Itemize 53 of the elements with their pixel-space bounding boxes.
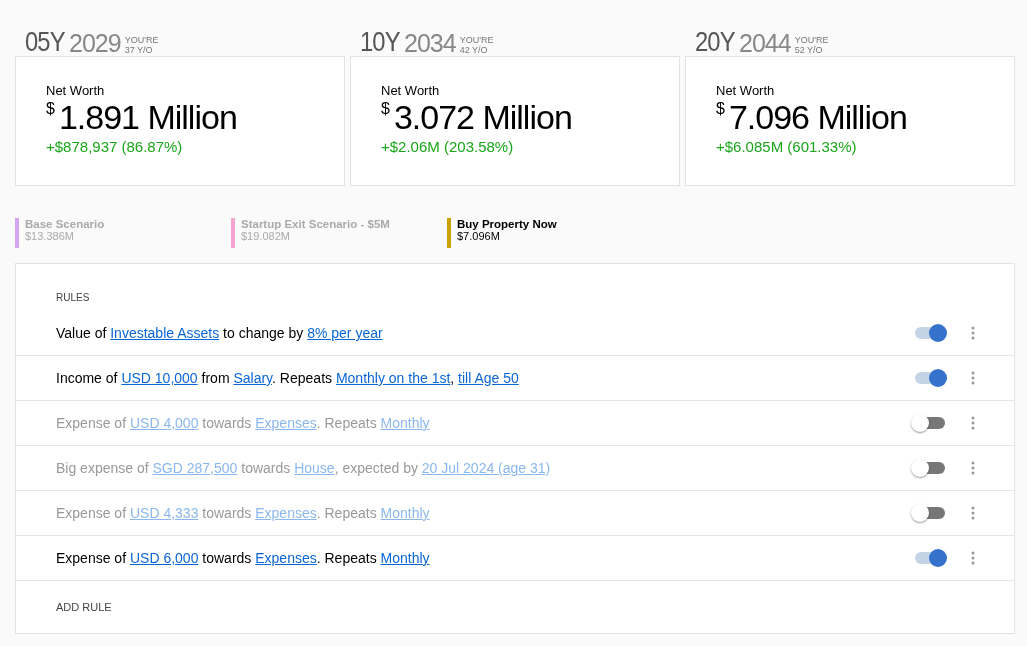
net-worth-value: 7.096 Million [728,98,907,136]
rule-link[interactable]: Salary [233,370,273,386]
card-label: Net Worth [716,83,776,98]
year-label: 2044 [739,31,791,56]
age-label: 52 Y/O [794,45,824,55]
offset-label: 10Y [360,29,400,56]
rule-link[interactable]: Expenses [255,550,317,566]
scenario-amount: $7.096M [457,230,501,242]
rule-link[interactable]: 8% per year [307,325,383,341]
net-worth-value: 1.891 Million [58,98,237,136]
rules-heading: RULES [56,292,90,303]
rule-toggle[interactable] [915,327,945,339]
offset-label: 05Y [25,29,65,56]
scenario-amount: $19.082M [241,230,291,242]
net-worth-value: 3.072 Million [393,98,572,136]
rule-link[interactable]: Investable Assets [110,325,220,341]
currency-symbol: $ [716,100,725,118]
year-label: 2029 [69,31,121,56]
more-options-icon[interactable] [971,506,975,520]
more-options-icon[interactable] [971,371,975,385]
scenario-name[interactable]: Buy Property Now [457,218,557,230]
rule-link[interactable]: USD 6,000 [129,550,199,566]
rule-link[interactable]: Monthly [380,550,430,566]
age-label: 37 Y/O [124,45,154,55]
more-options-icon[interactable] [971,326,975,340]
offset-label: 20Y [695,29,735,56]
change-value: +$2.06M (203.58%) [381,138,515,155]
rule-text: Expense of USD 4,000 towards Expenses. Repeats Monthly [56,415,431,431]
age-caption: YOU'RE [459,35,494,45]
currency-symbol: $ [381,100,390,118]
change-value: +$6.085M (601.33%) [716,138,858,155]
year-label: 2034 [404,31,456,56]
more-options-icon[interactable] [971,551,975,565]
rule-text: Income of USD 10,000 from Salary. Repeats Monthly on the 1st, till Age 50 [56,370,520,386]
rule-link[interactable]: till Age 50 [458,370,519,386]
age-label: 42 Y/O [459,45,489,55]
more-options-icon[interactable] [971,461,975,475]
scenario-amount: $13.386M [25,230,75,242]
age-caption: YOU'RE [124,35,159,45]
rule-toggle[interactable] [915,552,945,564]
rule-text: Expense of USD 6,000 towards Expenses. Repeats Monthly [56,550,431,566]
rule-link[interactable]: USD 10,000 [121,370,198,386]
rule-text: Value of Investable Assets to change by 8% per year [56,325,384,341]
currency-symbol: $ [46,100,55,118]
age-caption: YOU'RE [794,35,829,45]
card-label: Net Worth [381,83,441,98]
rule-toggle[interactable] [915,372,945,384]
rule-text: Expense of USD 4,333 towards Expenses. Repeats Monthly [56,505,431,521]
add-rule-button[interactable]: ADD RULE [56,601,112,613]
card-label: Net Worth [46,83,106,98]
change-value: +$878,937 (86.87%) [46,138,184,155]
rule-text: Big expense of SGD 287,500 towards House, expected by 20 Jul 2024 (age 31) [56,460,552,476]
more-options-icon[interactable] [971,416,975,430]
